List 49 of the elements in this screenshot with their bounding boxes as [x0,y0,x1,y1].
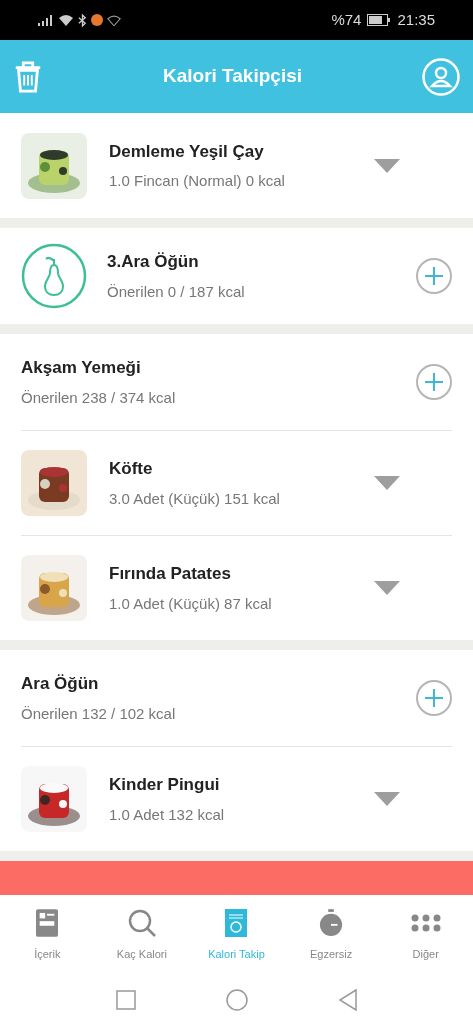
food-name: Fırında Patates [109,563,232,585]
more-icon [409,912,442,933]
food-detail: 1.0 Fincan (Normal) 0 kcal [109,171,286,191]
meal-recommended: Önerilen 0 / 187 kcal [107,281,246,302]
caret-icon[interactable] [374,158,400,173]
wifi-icon [58,14,74,26]
plus-icon [425,373,443,391]
nav-tab[interactable]: Diğer [380,907,471,963]
food-detail: 1.0 Adet 132 kcal [109,804,226,825]
battery-percent: %74 [331,9,362,30]
trash-icon[interactable] [13,60,43,93]
back-icon[interactable] [337,988,358,1011]
pear-icon [21,243,87,309]
app-title: Kalori Takipçisi [163,64,302,89]
meal-title: Akşam Yemeği [21,357,142,379]
nav-tab[interactable]: Kaç Kalori [96,907,187,963]
battery-icon [367,14,392,26]
plus-icon [425,267,443,285]
caret-icon[interactable] [374,581,400,595]
meal-recommended: Önerilen 238 / 374 kcal [21,387,177,408]
meal-recommended: Önerilen 132 / 102 kcal [21,703,177,724]
food-detail: 1.0 Adet (Küçük) 87 kcal [109,593,273,614]
add-button[interactable] [416,680,452,716]
add-button[interactable] [416,364,452,400]
food-name: Demleme Yeşil Çay [109,140,265,163]
search-icon [126,907,157,938]
bluetooth-icon [78,13,87,27]
nav-tab[interactable]: İçerik [2,907,93,963]
plus-icon [425,689,443,707]
food-detail: 3.0 Adet (Küçük) 151 kcal [109,488,281,509]
caret-icon[interactable] [374,476,400,490]
profile-icon[interactable] [422,57,460,96]
caret-icon[interactable] [374,792,400,806]
meal-title: 3.Ara Öğün [107,251,200,273]
food-name: Köfte [109,458,154,480]
signal-icon [38,14,54,26]
add-button[interactable] [416,258,452,294]
meal-title: Ara Öğün [21,673,100,695]
hotspot-icon [107,14,121,26]
clock-time: 21:35 [397,9,435,30]
food-name: Kinder Pingui [109,774,221,796]
article-icon [36,908,59,937]
notification-icon [91,14,103,26]
recents-icon[interactable] [115,989,136,1010]
notebook-icon [225,908,248,937]
stopwatch-icon [319,908,344,937]
nav-tab[interactable]: Kalori Takip [191,907,282,963]
nav-tab[interactable]: Egzersiz [286,907,377,963]
home-icon[interactable] [225,988,248,1011]
